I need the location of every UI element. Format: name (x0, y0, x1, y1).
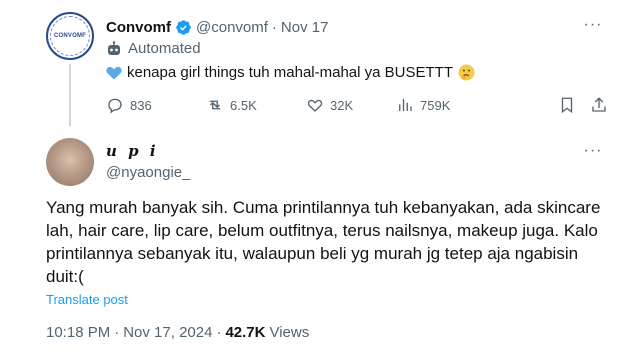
thread-connector (69, 64, 71, 126)
bookmark-action[interactable] (558, 96, 576, 114)
view-count: 759K (420, 97, 451, 113)
share-action[interactable] (590, 96, 608, 114)
views-label: Views (269, 324, 310, 341)
repost-count: 6.5K (230, 97, 257, 113)
reply-icon (108, 98, 122, 114)
translate-post-link[interactable]: Translate post (46, 292, 128, 307)
like-count: 32K (330, 97, 354, 113)
analytics-icon (399, 99, 412, 111)
separator-dot: · (271, 18, 277, 36)
handle[interactable]: @convomf (196, 19, 268, 36)
post-meta: 10:18 PM · Nov 17, 2024 · 42.7K Views (46, 324, 309, 341)
views-action[interactable]: 759K (396, 96, 450, 114)
display-name[interactable]: Convomf (106, 19, 171, 36)
more-options-icon[interactable]: ··· (582, 143, 604, 160)
separator-dot: · (114, 324, 120, 341)
bookmark-icon (561, 97, 573, 114)
like-action[interactable]: 32K (306, 96, 353, 114)
repost-action[interactable]: 6.5K (206, 96, 257, 114)
avatar-logo-text: CONVOMF (53, 33, 87, 39)
views-count: 42.7K (225, 324, 266, 341)
bot-icon (108, 40, 120, 55)
automated-text: Automated (128, 40, 201, 57)
repost-icon (209, 100, 221, 110)
avatar[interactable]: CONVOMF (46, 12, 94, 60)
reply-tweet-text: Yang murah banyak sih. Cuma printilannya… (46, 198, 601, 286)
thinking-face-icon (458, 64, 475, 81)
handle[interactable]: @nyaongie_ (106, 164, 190, 181)
automated-label: Automated (106, 40, 201, 57)
verified-badge-icon (176, 19, 191, 35)
display-name[interactable]: u p i (106, 142, 159, 160)
avatar[interactable] (46, 138, 94, 186)
separator-dot: · (216, 324, 222, 341)
post-date[interactable]: Nov 17 (281, 19, 329, 36)
parent-tweet-text: kenapa girl things tuh mahal-mahal ya BU… (106, 64, 475, 81)
parent-tweet-header: Convomf @convomf · Nov 17 (106, 16, 328, 38)
reply-count: 836 (130, 97, 152, 113)
avatar-logo: CONVOMF (50, 16, 90, 56)
post-time[interactable]: 10:18 PM (46, 324, 110, 341)
share-icon (592, 97, 606, 112)
more-options-icon[interactable]: ··· (582, 17, 604, 34)
tweet-actions: 836 6.5K 32K 759K (106, 96, 626, 118)
tweet-thread: CONVOMF Convomf @convomf · Nov 17 ··· Au… (30, 0, 610, 360)
blue-heart-icon (106, 66, 122, 79)
like-icon (307, 99, 323, 112)
tweet-body: kenapa girl things tuh mahal-mahal ya BU… (127, 64, 453, 81)
reply-action[interactable]: 836 (106, 96, 152, 114)
post-date[interactable]: Nov 17, 2024 (123, 324, 212, 341)
